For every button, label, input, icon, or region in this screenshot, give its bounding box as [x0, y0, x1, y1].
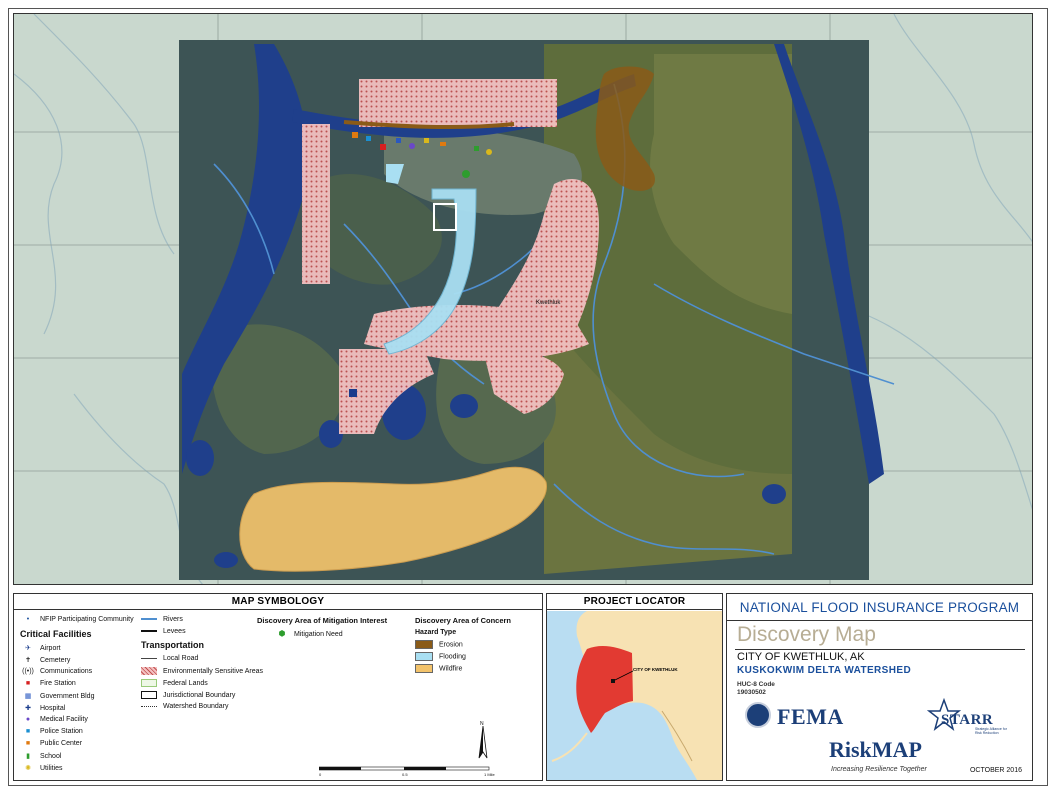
hazard-swatch-icon — [415, 652, 433, 661]
critical-facility-item: ▦ Government Bldg — [22, 692, 95, 700]
critical-facility-item: ✚ Hospital — [22, 704, 65, 712]
scale-bar — [319, 766, 490, 771]
project-locator-panel: PROJECT LOCATOR CITY OF KWETHLUK — [546, 593, 723, 781]
watershed-name: KUSKOKWIM DELTA WATERSHED — [737, 665, 912, 676]
riskmap-tagline: Increasing Resilience Together — [831, 766, 927, 773]
transportation-item-jurisdictional: Jurisdictional Boundary — [141, 691, 235, 699]
hazard-item-flooding: Flooding — [415, 652, 466, 661]
critical-facility-item: ✈ Airport — [22, 644, 61, 652]
transportation-title: Transportation — [141, 640, 205, 650]
critical-facility-label: Public Center — [40, 740, 83, 747]
cemetery-icon: ✝ — [25, 657, 31, 664]
mitigation-need-icon: ⬢ — [278, 629, 286, 638]
starr-logo: STARR Strategic Alliance for Risk Reduct… — [927, 698, 1007, 735]
area-of-concern-title: Discovery Area of Concern — [415, 616, 512, 625]
city-name: CITY OF KWETHLUK, AK — [737, 651, 865, 663]
utilities-icon: ✺ — [25, 765, 31, 772]
nfip-community-icon: • — [26, 616, 30, 623]
critical-facility-item: ■ Public Center — [22, 740, 82, 747]
symbology-title: MAP SYMBOLOGY — [14, 594, 542, 610]
federal-lands-icon — [141, 679, 157, 687]
fire-station-icon: ■ — [25, 680, 31, 687]
map-symbology-panel: MAP SYMBOLOGY • NFIP Participating Commun… — [13, 593, 543, 781]
huc-label: HUC-8 Code — [737, 681, 775, 688]
mitigation-interest-title: Discovery Area of Mitigation Interest — [257, 616, 388, 625]
critical-facility-label: Cemetery — [40, 657, 71, 664]
hazard-item-erosion: Erosion — [415, 640, 463, 649]
north-arrow-icon — [478, 725, 488, 759]
critical-facility-label: Medical Facility — [40, 716, 88, 723]
levees-legend-item: Levees — [141, 628, 186, 635]
hazard-swatch-icon — [415, 664, 433, 673]
jurisdictional-boundary-icon — [141, 691, 157, 699]
dhs-seal-icon — [745, 702, 771, 728]
map-date: OCTOBER 2016 — [969, 767, 1022, 774]
huc-value: 19030502 — [737, 689, 766, 696]
critical-facility-label: Government Bldg — [40, 693, 95, 700]
critical-facility-item: ✝ Cemetery — [22, 656, 70, 664]
transportation-item-federal: Federal Lands — [141, 679, 208, 687]
critical-facility-label: Hospital — [40, 705, 66, 712]
school-icon: ▮ — [26, 753, 30, 760]
program-title: NATIONAL FLOOD INSURANCE PROGRAM — [739, 600, 1020, 615]
north-label: N — [480, 721, 484, 727]
locator-title: PROJECT LOCATOR — [547, 594, 722, 610]
map-title: Discovery Map — [737, 623, 876, 646]
critical-facility-label: Police Station — [40, 728, 83, 735]
nfip-legend-item: • NFIP Participating Community — [22, 616, 134, 623]
medical-facility-icon: ● — [25, 716, 31, 723]
locator-watershed — [576, 646, 633, 733]
critical-facility-item: ■ Fire Station — [22, 680, 76, 687]
critical-facility-item: ✺ Utilities — [22, 764, 63, 772]
scale-label-half: 0.5 — [402, 772, 408, 777]
sensitive-area-icon — [141, 667, 157, 675]
critical-facility-label: School — [40, 753, 62, 760]
hazard-label: Flooding — [439, 653, 466, 661]
transportation-item-local-road: Local Road — [141, 655, 198, 662]
critical-facility-item: ▮ School — [22, 752, 61, 760]
communications-icon: ((•)) — [22, 668, 34, 675]
locator-map[interactable]: CITY OF KWETHLUK — [547, 611, 722, 780]
hazard-label: Wildfire — [439, 665, 463, 673]
critical-facility-item: ((•)) Communications — [22, 668, 92, 675]
place-label-kwethluk: Kwethluk — [536, 300, 561, 306]
public-center-icon: ■ — [25, 740, 31, 747]
local-road-icon — [141, 657, 157, 659]
riskmap-logo: RiskMAP — [829, 737, 922, 762]
hazard-swatch-icon — [415, 640, 433, 649]
transportation-item-watershed: Watershed Boundary — [141, 703, 229, 710]
river-line-icon — [141, 618, 157, 621]
mitigation-need-marker[interactable] — [462, 170, 470, 178]
levee-line-icon — [141, 630, 157, 633]
map-svg: Kwethluk — [14, 14, 1032, 584]
watershed-boundary-icon — [141, 705, 157, 707]
critical-facility-label: Utilities — [40, 765, 63, 772]
hazard-type-title: Hazard Type — [415, 629, 457, 636]
police-station-icon: ■ — [25, 728, 31, 735]
critical-facility-item: ■ Police Station — [22, 728, 83, 735]
mitigation-need-legend-item: ⬢ Mitigation Need — [276, 629, 343, 638]
government-building-icon: ▦ — [24, 693, 32, 700]
hazard-label: Erosion — [439, 641, 463, 649]
critical-facility-label: Fire Station — [40, 680, 76, 687]
scale-label-1mile: 1 Mile — [484, 772, 495, 777]
transportation-item-sensitive: Environmentally Sensitive Areas — [141, 667, 263, 675]
scale-label-0: 0 — [319, 772, 322, 777]
critical-facilities-title: Critical Facilities — [20, 629, 92, 639]
locator-city-label: CITY OF KWETHLUK — [633, 667, 678, 672]
title-divider — [727, 620, 1032, 621]
critical-facility-item: ● Medical Facility — [22, 716, 88, 723]
hospital-icon: ✚ — [25, 705, 31, 712]
hazard-item-wildfire: Wildfire — [415, 664, 462, 673]
locator-city-marker — [611, 679, 615, 683]
critical-facility-label: Airport — [40, 645, 61, 652]
map-canvas[interactable]: Kwethluk — [13, 13, 1033, 585]
airport-icon: ✈ — [25, 645, 31, 652]
title-block-panel: NATIONAL FLOOD INSURANCE PROGRAM Discove… — [726, 593, 1033, 781]
title-divider-2 — [735, 649, 1025, 650]
rivers-legend-item: Rivers — [141, 616, 183, 623]
locator-svg — [551, 611, 722, 780]
critical-facility-label: Communications — [40, 668, 93, 675]
